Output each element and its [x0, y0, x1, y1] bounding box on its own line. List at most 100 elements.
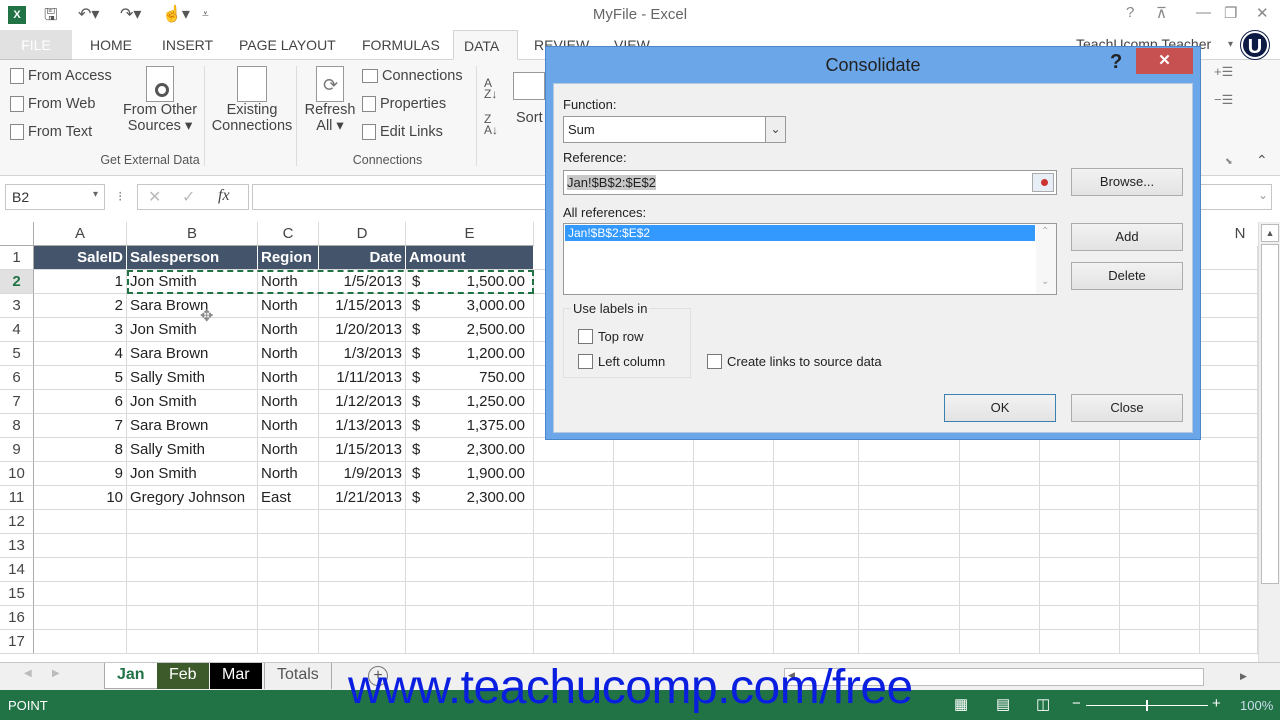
header-cell[interactable]: Amount	[406, 246, 534, 270]
sheet-tab-totals[interactable]: Totals	[264, 663, 332, 689]
row-header[interactable]: 11	[0, 486, 34, 510]
cell[interactable]	[258, 630, 319, 654]
row-header[interactable]: 16	[0, 606, 34, 630]
cell[interactable]: $2,500.00	[406, 318, 534, 342]
row-header[interactable]: 2	[0, 270, 34, 294]
all-references-list[interactable]: Jan!$B$2:$E$2 ⌃ ⌄	[563, 223, 1057, 295]
cell[interactable]	[960, 534, 1040, 558]
cell[interactable]: $2,300.00	[406, 486, 534, 510]
row-header[interactable]: 8	[0, 414, 34, 438]
cell[interactable]	[534, 630, 614, 654]
cell[interactable]	[34, 630, 127, 654]
cell[interactable]	[859, 582, 960, 606]
cell[interactable]	[534, 534, 614, 558]
cell[interactable]: North	[258, 342, 319, 366]
cell[interactable]	[1120, 462, 1200, 486]
cell[interactable]	[1040, 606, 1120, 630]
select-all-corner[interactable]	[0, 222, 34, 246]
sort-za-button[interactable]: Z A↓	[484, 113, 498, 136]
cell[interactable]	[774, 582, 859, 606]
cell[interactable]	[258, 534, 319, 558]
left-column-label[interactable]: Left column	[598, 354, 665, 369]
cell[interactable]	[127, 510, 258, 534]
page-layout-view-icon[interactable]: ▤	[996, 695, 1010, 713]
cell[interactable]	[1040, 582, 1120, 606]
cell[interactable]: North	[258, 438, 319, 462]
top-row-label[interactable]: Top row	[598, 329, 644, 344]
cell[interactable]	[127, 606, 258, 630]
cell[interactable]	[1200, 438, 1258, 462]
next-sheet-icon[interactable]: ▶	[52, 668, 60, 679]
cell[interactable]	[34, 558, 127, 582]
collapse-ribbon-icon[interactable]: ⌃	[1256, 152, 1268, 169]
cell[interactable]	[127, 582, 258, 606]
cell[interactable]	[1200, 510, 1258, 534]
cell[interactable]	[859, 534, 960, 558]
vertical-scrollbar[interactable]: ▲	[1258, 222, 1280, 662]
list-scrollbar[interactable]: ⌃ ⌄	[1036, 224, 1056, 294]
cell[interactable]: 1/12/2013	[319, 390, 406, 414]
cell[interactable]	[774, 486, 859, 510]
cell[interactable]	[258, 606, 319, 630]
formula-bar-resize-handle[interactable]: ⁝	[118, 188, 122, 205]
cell[interactable]: 1/11/2013	[319, 366, 406, 390]
cell[interactable]	[774, 438, 859, 462]
cell[interactable]: $1,375.00	[406, 414, 534, 438]
cell[interactable]: 6	[34, 390, 127, 414]
from-access-button[interactable]: From Access	[10, 68, 112, 84]
row-header[interactable]: 15	[0, 582, 34, 606]
cell[interactable]	[1120, 558, 1200, 582]
sheet-tab-mar[interactable]: Mar	[210, 663, 262, 689]
cell[interactable]	[694, 462, 774, 486]
cell[interactable]	[614, 486, 694, 510]
cell[interactable]: Jon Smith	[127, 390, 258, 414]
cell[interactable]	[319, 630, 406, 654]
cell[interactable]	[774, 630, 859, 654]
ribbon-display-icon[interactable]: ⊼	[1156, 4, 1167, 22]
cell[interactable]: 4	[34, 342, 127, 366]
function-dropdown-icon[interactable]: ⌄	[765, 117, 785, 142]
cell[interactable]	[1040, 510, 1120, 534]
cell[interactable]	[859, 606, 960, 630]
cell[interactable]	[258, 558, 319, 582]
zoom-level[interactable]: 100%	[1240, 698, 1273, 713]
row-header[interactable]: 13	[0, 534, 34, 558]
cell[interactable]	[1120, 606, 1200, 630]
expand-formula-bar-icon[interactable]: ⌄	[1258, 188, 1268, 202]
cell[interactable]	[1040, 486, 1120, 510]
cell[interactable]	[960, 582, 1040, 606]
cell[interactable]: Sara Brown	[127, 342, 258, 366]
cell[interactable]	[960, 558, 1040, 582]
tab-insert[interactable]: INSERT	[152, 30, 223, 60]
cell[interactable]: Jon Smith	[127, 318, 258, 342]
function-select[interactable]: Sum ⌄	[563, 116, 786, 143]
user-dropdown-icon[interactable]: ▾	[1228, 39, 1233, 50]
cell[interactable]	[127, 630, 258, 654]
maximize-icon[interactable]: ❐	[1224, 4, 1237, 22]
header-cell[interactable]: Region	[258, 246, 319, 270]
name-box-dropdown-icon[interactable]: ▾	[93, 189, 98, 200]
cell[interactable]	[319, 534, 406, 558]
from-web-button[interactable]: From Web	[10, 96, 95, 112]
cell[interactable]: North	[258, 462, 319, 486]
cell[interactable]: 1/13/2013	[319, 414, 406, 438]
cell[interactable]	[1200, 294, 1258, 318]
from-text-button[interactable]: From Text	[10, 124, 92, 140]
row-header[interactable]: 7	[0, 390, 34, 414]
cell[interactable]: North	[258, 414, 319, 438]
cell[interactable]: $3,000.00	[406, 294, 534, 318]
cell[interactable]	[534, 606, 614, 630]
show-detail-icon[interactable]: +☰	[1214, 64, 1233, 80]
cell[interactable]	[1200, 534, 1258, 558]
cell[interactable]: East	[258, 486, 319, 510]
tab-data[interactable]: DATA	[453, 30, 518, 60]
cell[interactable]: 1/3/2013	[319, 342, 406, 366]
cell[interactable]	[534, 486, 614, 510]
cell[interactable]	[34, 606, 127, 630]
cell[interactable]	[694, 558, 774, 582]
cell[interactable]: North	[258, 294, 319, 318]
cell[interactable]: 1	[34, 270, 127, 294]
cell[interactable]	[1040, 558, 1120, 582]
page-break-view-icon[interactable]: ◫	[1036, 695, 1050, 713]
cell[interactable]	[406, 606, 534, 630]
